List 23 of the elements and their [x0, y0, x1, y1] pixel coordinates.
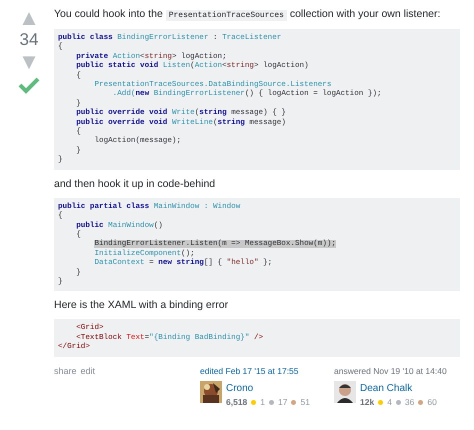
badge-count: 1 [260, 396, 266, 410]
post-timestamp[interactable]: edited Feb 17 '15 at 17:55 [200, 364, 326, 378]
checkmark-icon[interactable] [18, 76, 40, 94]
vote-count: 34 [20, 29, 38, 51]
post-timestamp: answered Nov 19 '10 at 14:40 [334, 364, 448, 378]
inline-code: PresentationTraceSources [166, 10, 287, 21]
post-link[interactable]: edit [80, 364, 96, 378]
badge-count: 60 [427, 396, 437, 410]
user-name[interactable]: Dean Chalk [360, 381, 437, 396]
user-name[interactable]: Crono [226, 381, 310, 396]
upvote-button[interactable]: ▲ [18, 8, 40, 28]
reputation-score: 6,518 [226, 396, 248, 410]
answer-text: and then hook it up in code-behind [54, 178, 216, 190]
reputation-score: 12k [360, 396, 374, 410]
badge-count: 4 [387, 396, 392, 410]
post-link[interactable]: share [54, 364, 77, 378]
badge-count: 36 [404, 396, 414, 410]
downvote-button[interactable]: ▼ [18, 52, 40, 72]
badge-count: 17 [278, 396, 288, 410]
answer-text: collection with your own listener: [288, 8, 440, 20]
answer-text: Here is the XAML with a binding error [54, 299, 228, 312]
badge-count: 51 [300, 396, 310, 410]
answer-text: You could hook into the [54, 8, 164, 20]
